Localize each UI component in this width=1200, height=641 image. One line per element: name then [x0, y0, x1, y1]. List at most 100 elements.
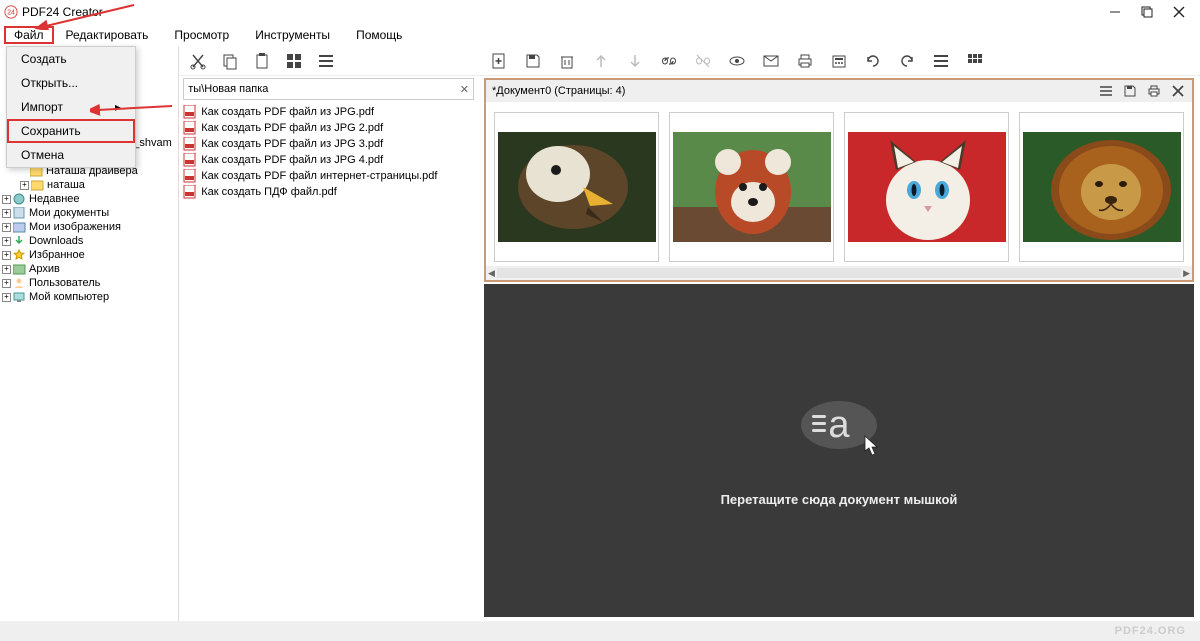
close-doc-icon[interactable] — [1170, 83, 1186, 99]
drop-logo-icon: a — [794, 395, 884, 466]
page-thumb-4[interactable] — [1019, 112, 1184, 262]
thumb-image-eagle — [498, 132, 656, 242]
link-icon[interactable] — [660, 52, 678, 70]
file-item[interactable]: Как создать PDF файл из JPG 4.pdf — [183, 152, 474, 168]
mid-toolbar — [179, 46, 478, 76]
dropdown-create[interactable]: Создать — [7, 47, 135, 71]
clipboard-icon[interactable] — [253, 52, 271, 70]
docs-icon — [13, 207, 27, 219]
watermark: PDF24.ORG — [1115, 625, 1186, 637]
page-thumb-3[interactable] — [844, 112, 1009, 262]
chevron-right-icon: ▸ — [115, 100, 121, 114]
menu-edit[interactable]: Редактировать — [56, 26, 159, 44]
menu-file[interactable]: Файл — [4, 26, 54, 44]
pdf-icon — [183, 169, 197, 183]
save-icon[interactable] — [524, 52, 542, 70]
mail-icon[interactable] — [762, 52, 780, 70]
app-icon: 24 — [4, 5, 18, 19]
tree-item[interactable]: +Мой компьютер — [2, 290, 176, 304]
expander-icon[interactable]: + — [2, 209, 11, 218]
unlink-icon[interactable] — [694, 52, 712, 70]
document-panel: *Документ0 (Страницы: 4) ◀ ▶ — [478, 46, 1200, 621]
fax-icon[interactable] — [830, 52, 848, 70]
file-item[interactable]: Как создать PDF файл из JPG.pdf — [183, 104, 474, 120]
dropdown-save[interactable]: Сохранить — [7, 119, 135, 143]
print-doc-icon[interactable] — [1146, 83, 1162, 99]
file-item[interactable]: Как создать ПДФ файл.pdf — [183, 184, 474, 200]
expander-icon[interactable]: + — [2, 279, 11, 288]
menubar: Файл Редактировать Просмотр Инструменты … — [0, 24, 1200, 46]
horizontal-scrollbar[interactable]: ◀ ▶ — [486, 266, 1192, 280]
pdf-icon — [183, 105, 197, 119]
tree-item[interactable]: +Архив — [2, 262, 176, 276]
svg-text:24: 24 — [7, 10, 15, 17]
arrow-down-icon[interactable] — [626, 52, 644, 70]
trash-icon[interactable] — [558, 52, 576, 70]
rotate-cw-icon[interactable] — [898, 52, 916, 70]
expander-icon[interactable]: + — [2, 251, 11, 260]
expander-icon[interactable]: + — [2, 237, 11, 246]
page-thumb-1[interactable] — [494, 112, 659, 262]
expander-icon[interactable]: + — [2, 195, 11, 204]
expander-icon[interactable]: + — [2, 223, 11, 232]
page-thumb-2[interactable] — [669, 112, 834, 262]
expander-icon[interactable]: + — [20, 181, 29, 190]
arrow-up-icon[interactable] — [592, 52, 610, 70]
dropdown-open[interactable]: Открыть... — [7, 71, 135, 95]
tree-item[interactable]: +Мои изображения — [2, 220, 176, 234]
star-icon — [13, 249, 27, 261]
scroll-right-icon[interactable]: ▶ — [1183, 268, 1190, 279]
grid-4-icon[interactable] — [285, 52, 303, 70]
eye-icon[interactable] — [728, 52, 746, 70]
breadcrumb[interactable]: ты\Новая папка ✕ — [183, 78, 474, 100]
clear-icon[interactable]: ✕ — [460, 83, 469, 96]
tree-item[interactable]: +Избранное — [2, 248, 176, 262]
thumb-image-red-panda — [673, 132, 831, 242]
grid-view-icon[interactable] — [966, 52, 984, 70]
breadcrumb-path: ты\Новая папка — [188, 83, 268, 95]
scroll-track[interactable] — [497, 268, 1181, 278]
folder-icon — [31, 179, 45, 191]
pdf-icon — [183, 153, 197, 167]
file-list[interactable]: Как создать PDF файл из JPG.pdf Как созд… — [179, 102, 478, 202]
recent-icon — [13, 193, 27, 205]
file-item[interactable]: Как создать PDF файл из JPG 2.pdf — [183, 120, 474, 136]
dropdown-import[interactable]: Импорт▸ — [7, 95, 135, 119]
tree-item[interactable]: +Недавнее — [2, 192, 176, 206]
file-item[interactable]: Как создать PDF файл из JPG 3.pdf — [183, 136, 474, 152]
menu-help[interactable]: Помощь — [346, 26, 412, 44]
file-item[interactable]: Как создать PDF файл интернет-страницы.p… — [183, 168, 474, 184]
cursor-icon — [864, 435, 880, 457]
expander-icon[interactable]: + — [2, 293, 11, 302]
dropdown-cancel[interactable]: Отмена — [7, 143, 135, 167]
print-icon[interactable] — [796, 52, 814, 70]
new-page-icon[interactable] — [490, 52, 508, 70]
tree-item[interactable]: +Мои документы — [2, 206, 176, 220]
save-doc-icon[interactable] — [1122, 83, 1138, 99]
list-icon[interactable] — [317, 52, 335, 70]
copy-icon[interactable] — [221, 52, 239, 70]
list-view-icon[interactable] — [932, 52, 950, 70]
svg-text:a: a — [828, 404, 850, 446]
expander-icon[interactable]: + — [2, 265, 11, 274]
maximize-button[interactable] — [1140, 5, 1154, 19]
minimize-button[interactable] — [1108, 5, 1122, 19]
scroll-left-icon[interactable]: ◀ — [488, 268, 495, 279]
close-button[interactable] — [1172, 5, 1186, 19]
thumb-image-cat — [848, 132, 1006, 242]
document-title: *Документ0 (Страницы: 4) — [492, 85, 625, 97]
titlebar: 24 PDF24 Creator — [0, 0, 1200, 24]
footer: PDF24.ORG — [0, 621, 1200, 641]
tree-item[interactable]: +наташа — [2, 178, 176, 192]
document-area: *Документ0 (Страницы: 4) ◀ ▶ — [484, 78, 1194, 282]
cut-icon[interactable] — [189, 52, 207, 70]
menu-view[interactable]: Просмотр — [164, 26, 239, 44]
right-toolbar — [478, 46, 1200, 76]
page-thumbnails — [486, 102, 1192, 266]
drop-area[interactable]: a Перетащите сюда документ мышкой — [484, 284, 1194, 617]
tree-item[interactable]: +Пользователь — [2, 276, 176, 290]
rotate-ccw-icon[interactable] — [864, 52, 882, 70]
menu-icon[interactable] — [1098, 83, 1114, 99]
tree-item[interactable]: +Downloads — [2, 234, 176, 248]
menu-tools[interactable]: Инструменты — [245, 26, 340, 44]
